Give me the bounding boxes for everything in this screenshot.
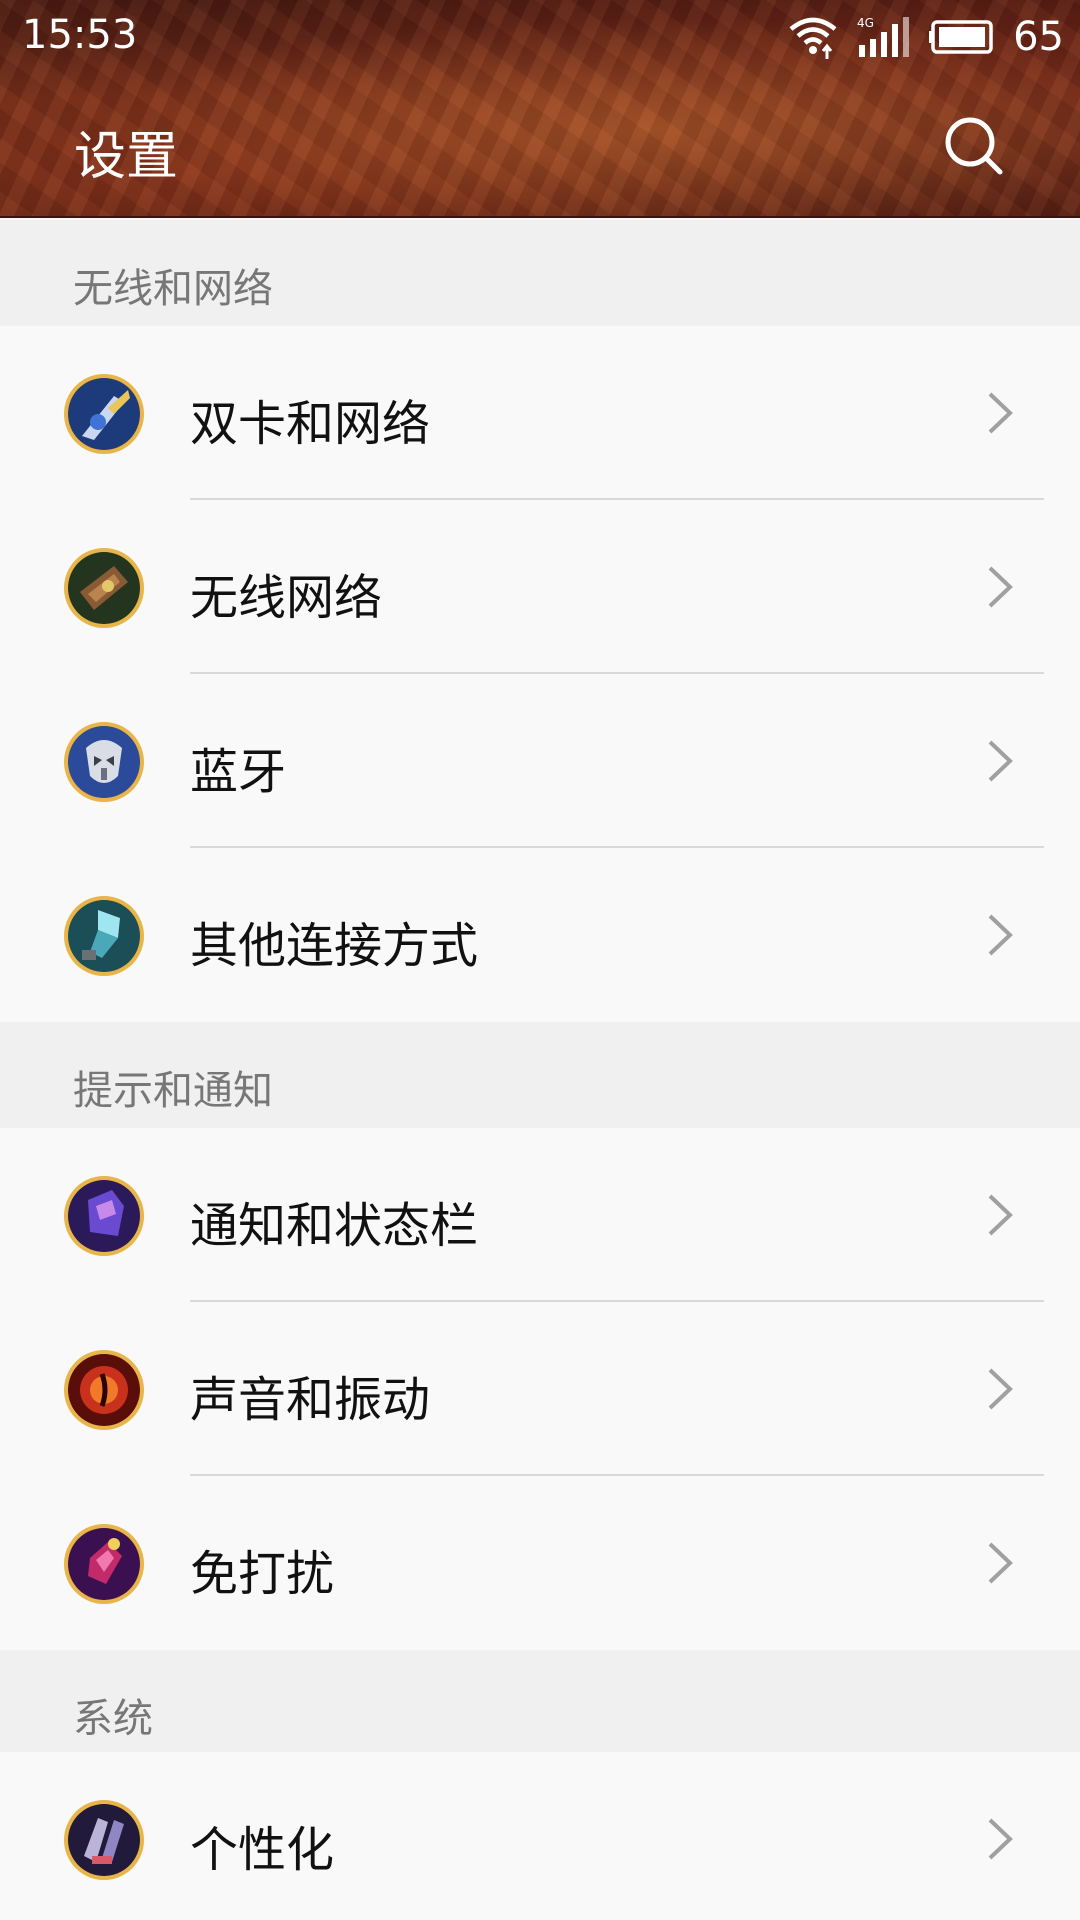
section-header-system: 系统 xyxy=(0,1650,1080,1756)
section-title: 系统 xyxy=(73,1696,153,1742)
setting-item-notification-bar[interactable]: 通知和状态栏 xyxy=(0,1128,1080,1302)
setting-item-bluetooth[interactable]: 蓝牙 xyxy=(0,674,1080,848)
section-title: 无线和网络 xyxy=(73,266,273,312)
section-header-notifications: 提示和通知 xyxy=(0,1022,1080,1128)
status-bar: 15:53 4G 65 xyxy=(0,0,1080,76)
setting-item-sound[interactable]: 声音和振动 xyxy=(0,1302,1080,1476)
page-title: 设置 xyxy=(74,127,179,187)
section-header-wireless: 无线和网络 xyxy=(0,220,1080,326)
setting-label: 个性化 xyxy=(190,1822,335,1878)
personalization-icon xyxy=(64,1800,144,1880)
setting-item-wifi[interactable]: 无线网络 xyxy=(0,500,1080,674)
cellular-signal-icon: 4G xyxy=(857,16,910,57)
setting-item-do-not-disturb[interactable]: 免打扰 xyxy=(0,1476,1080,1650)
setting-item-other-connections[interactable]: 其他连接方式 xyxy=(0,848,1080,1022)
system-group: 个性化 xyxy=(0,1752,1080,1920)
chevron-right-icon xyxy=(988,566,1013,608)
chevron-right-icon xyxy=(988,392,1013,434)
section-title: 提示和通知 xyxy=(73,1068,273,1114)
wifi-network-icon xyxy=(64,548,144,628)
setting-label: 声音和振动 xyxy=(190,1372,431,1428)
status-time: 15:53 xyxy=(22,12,138,58)
wireless-group: 双卡和网络 无线网络 蓝牙 其他连接方式 xyxy=(0,326,1080,1022)
wifi-icon xyxy=(789,17,837,59)
search-icon[interactable] xyxy=(944,116,1004,176)
chevron-right-icon xyxy=(988,914,1013,956)
setting-label: 通知和状态栏 xyxy=(190,1198,479,1254)
chevron-right-icon xyxy=(988,740,1013,782)
battery-level: 65 xyxy=(1013,14,1064,60)
other-connections-icon xyxy=(64,896,144,976)
chevron-right-icon xyxy=(988,1818,1013,1860)
setting-label: 双卡和网络 xyxy=(190,396,431,452)
network-type-label: 4G xyxy=(857,16,874,30)
title-bar: 设置 xyxy=(0,100,1080,200)
chevron-right-icon xyxy=(988,1542,1013,1584)
setting-label: 免打扰 xyxy=(190,1546,335,1602)
sound-icon xyxy=(64,1350,144,1430)
chevron-right-icon xyxy=(988,1368,1013,1410)
notification-icon xyxy=(64,1176,144,1256)
dual-sim-icon xyxy=(64,374,144,454)
setting-item-dual-sim[interactable]: 双卡和网络 xyxy=(0,326,1080,500)
setting-label: 蓝牙 xyxy=(190,744,287,800)
setting-item-personalization[interactable]: 个性化 xyxy=(0,1752,1080,1920)
app-header: 15:53 4G 65 设置 xyxy=(0,0,1080,218)
do-not-disturb-icon xyxy=(64,1524,144,1604)
status-indicators: 4G 65 xyxy=(787,14,1064,60)
battery-icon xyxy=(929,20,993,54)
notifications-group: 通知和状态栏 声音和振动 免打扰 xyxy=(0,1128,1080,1650)
chevron-right-icon xyxy=(988,1194,1013,1236)
setting-label: 其他连接方式 xyxy=(190,918,479,974)
setting-label: 无线网络 xyxy=(190,570,383,626)
bluetooth-icon xyxy=(64,722,144,802)
